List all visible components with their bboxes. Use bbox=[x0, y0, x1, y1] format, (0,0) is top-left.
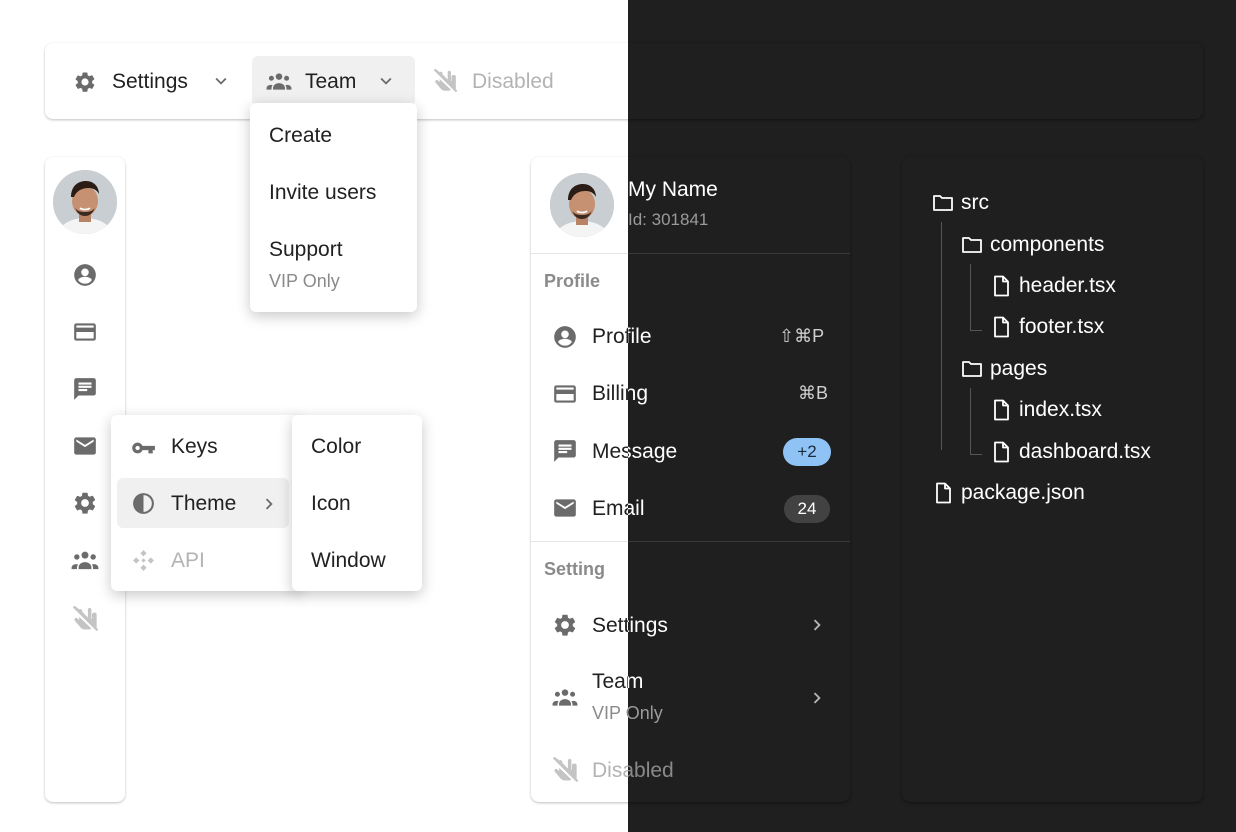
key-icon bbox=[130, 435, 156, 461]
chevron-down-icon bbox=[375, 70, 397, 92]
menu-item-email[interactable]: Email bbox=[592, 497, 628, 521]
team-icon[interactable] bbox=[69, 547, 101, 575]
contrast-icon bbox=[131, 491, 156, 516]
shortcut-profile: ⇧⌘P bbox=[779, 326, 825, 346]
submenu-item-color[interactable]: Color bbox=[311, 435, 361, 459]
profile-id: Id: 301841 bbox=[628, 210, 709, 229]
tree-item-footer[interactable]: footer.tsx bbox=[1019, 315, 1104, 339]
tree-item-components[interactable]: components bbox=[990, 233, 1104, 257]
message-icon bbox=[552, 438, 578, 464]
mail-icon bbox=[552, 495, 578, 521]
message-icon[interactable] bbox=[72, 376, 98, 402]
dropdown-item-create[interactable]: Create bbox=[269, 124, 332, 148]
tree-item-header[interactable]: header.tsx bbox=[1019, 274, 1116, 298]
team-icon bbox=[265, 69, 293, 95]
context-item-theme[interactable]: Theme bbox=[171, 492, 236, 516]
settings-menu[interactable] bbox=[73, 70, 97, 94]
chevron-right-icon bbox=[258, 493, 280, 515]
context-item-api: API bbox=[171, 549, 205, 572]
message-badge: +2 bbox=[783, 438, 831, 466]
menu-item-settings[interactable]: Settings bbox=[592, 614, 628, 638]
file-icon bbox=[989, 440, 1013, 464]
menu-item-disabled: Disabled bbox=[592, 759, 628, 782]
dropdown-item-support-sublabel: VIP Only bbox=[269, 271, 340, 291]
menu-item-profile[interactable]: Profile bbox=[592, 325, 628, 349]
profile-name: My Name bbox=[628, 178, 718, 201]
folder-icon bbox=[960, 357, 984, 381]
chevron-right-icon bbox=[806, 614, 828, 636]
file-icon bbox=[989, 274, 1013, 298]
gear-icon bbox=[552, 612, 578, 638]
folder-icon bbox=[931, 191, 955, 215]
team-icon bbox=[550, 685, 580, 711]
context-item-keys[interactable]: Keys bbox=[171, 435, 218, 459]
credit-card-icon[interactable] bbox=[72, 319, 98, 345]
account-icon bbox=[552, 324, 578, 350]
menu-item-billing[interactable]: Billing bbox=[592, 382, 628, 406]
submenu-item-window[interactable]: Window bbox=[311, 549, 386, 573]
account-icon[interactable] bbox=[72, 262, 98, 288]
tree-item-dashboard[interactable]: dashboard.tsx bbox=[1019, 440, 1151, 464]
section-setting-header: Setting bbox=[544, 559, 605, 579]
tree-item-pages[interactable]: pages bbox=[990, 357, 1047, 381]
file-icon bbox=[989, 398, 1013, 422]
context-menu: Keys Theme API bbox=[111, 415, 301, 591]
mail-icon[interactable] bbox=[72, 433, 98, 459]
credit-card-icon bbox=[552, 381, 578, 407]
section-profile-header: Profile bbox=[544, 271, 601, 291]
menu-item-team-sublabel: VIP Only bbox=[592, 703, 628, 723]
submenu-item-icon[interactable]: Icon bbox=[311, 492, 351, 516]
tree-item-package-json[interactable]: package.json bbox=[961, 481, 1085, 505]
menu-item-team[interactable]: Team bbox=[592, 670, 628, 694]
avatar[interactable] bbox=[53, 170, 117, 234]
chevron-down-icon bbox=[210, 70, 232, 92]
gear-icon[interactable] bbox=[72, 490, 98, 516]
hand-off-icon bbox=[432, 67, 458, 95]
chevron-right-icon bbox=[806, 687, 828, 709]
divider bbox=[531, 253, 628, 254]
theme-submenu: Color Icon Window bbox=[292, 415, 422, 591]
team-dropdown: Create Invite users Support VIP Only bbox=[250, 103, 417, 312]
tree-item-index[interactable]: index.tsx bbox=[1019, 398, 1102, 422]
settings-menu-label[interactable]: Settings bbox=[112, 70, 188, 94]
dropdown-item-invite-users[interactable]: Invite users bbox=[269, 181, 376, 205]
email-badge: 24 bbox=[784, 495, 830, 523]
tree-item-src[interactable]: src bbox=[961, 191, 989, 215]
team-menu-label[interactable]: Team bbox=[305, 70, 356, 94]
file-icon bbox=[989, 315, 1013, 339]
dropdown-item-support[interactable]: Support bbox=[269, 238, 343, 262]
gear-icon bbox=[73, 70, 97, 94]
api-icon bbox=[131, 548, 156, 573]
profile-panel: My Name Id: 301841 Profile Profile ⇧⌘P B… bbox=[531, 157, 628, 802]
folder-icon bbox=[960, 233, 984, 257]
divider bbox=[531, 541, 628, 542]
disabled-menu-label: Disabled bbox=[472, 70, 554, 93]
shortcut-billing: ⌘B bbox=[798, 383, 829, 403]
profile-avatar[interactable] bbox=[550, 173, 614, 237]
hand-off-icon bbox=[71, 604, 99, 634]
hand-off-icon bbox=[551, 755, 579, 785]
file-icon bbox=[931, 481, 955, 505]
menu-item-message[interactable]: Message bbox=[592, 440, 628, 464]
